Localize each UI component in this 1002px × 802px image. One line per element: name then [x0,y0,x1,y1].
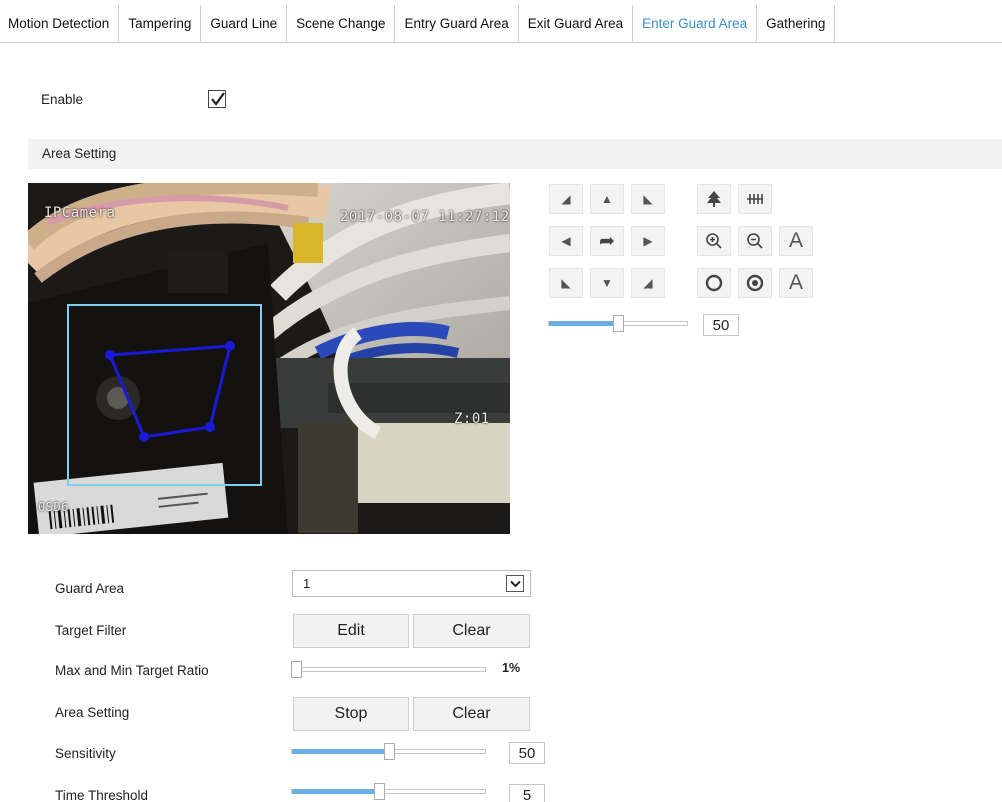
ptz-speed-value[interactable]: 50 [703,314,739,336]
video-scene [28,183,510,534]
sensitivity-value[interactable]: 50 [509,742,545,764]
zoom-in-icon [706,233,722,249]
target-filter-label: Target Filter [55,623,127,638]
tab-bar: Motion Detection Tampering Guard Line Sc… [0,5,1002,43]
iris-open-button[interactable] [697,268,731,298]
chevron-down-icon [506,575,524,592]
right-arrow-icon: ▶ [643,234,653,248]
auto-focus-label: A [788,229,803,252]
zoom-osd: Z:01 [454,411,490,427]
ptz-up-left-button[interactable]: ◢ [549,184,583,214]
area-setting-header: Area Setting [28,139,1002,169]
timestamp-osd: 2017-08-07 11:27:12 [340,209,510,225]
down-arrow-icon: ▼ [601,276,613,290]
tab-scene-change[interactable]: Scene Change [287,5,396,43]
down-right-arrow-icon: ◢ [643,276,653,290]
ptz-speed-fill [549,321,618,326]
ptz-left-button[interactable]: ◀ [549,226,583,256]
ptz-down-right-button[interactable]: ◢ [631,268,665,298]
ptz-down-button[interactable]: ▼ [590,268,624,298]
tab-exit-guard-area[interactable]: Exit Guard Area [519,5,634,43]
sensitivity-thumb[interactable] [384,743,395,760]
iris-close-icon [746,274,764,292]
down-left-arrow-icon: ◣ [561,276,571,290]
iris-close-button[interactable] [738,268,772,298]
target-ratio-value: 1% [502,661,521,675]
time-threshold-label: Time Threshold [55,788,149,802]
zoom-out-icon [747,233,763,249]
enable-label: Enable [41,92,84,107]
heater-icon [747,194,763,204]
auto-iris-button[interactable]: A [779,268,813,298]
ptz-up-button[interactable]: ▲ [590,184,624,214]
up-left-arrow-icon: ◢ [561,192,571,206]
ptz-wiper-button[interactable] [697,184,731,214]
target-filter-edit-button[interactable]: Edit [293,614,409,648]
tab-tampering[interactable]: Tampering [119,5,202,43]
up-arrow-icon: ▲ [601,192,613,206]
tab-enter-guard-area[interactable]: Enter Guard Area [633,5,758,43]
ptz-up-right-button[interactable]: ◣ [631,184,665,214]
up-right-arrow-icon: ◣ [643,192,653,206]
ptz-right-button[interactable]: ▶ [631,226,665,256]
target-ratio-label: Max and Min Target Ratio [55,663,209,678]
sensitivity-fill [292,749,389,754]
video-preview[interactable]: IPCamera 2017-08-07 11:27:12 Z:01 0SD6 [28,183,510,534]
tab-gathering[interactable]: Gathering [757,5,836,43]
area-setting-label: Area Setting [55,705,130,720]
iris-open-icon [705,274,723,292]
left-arrow-icon: ◀ [561,234,571,248]
wiper-icon [707,191,721,207]
section-title: Area Setting [42,146,117,161]
ptz-speed-thumb[interactable] [613,315,624,332]
zoom-in-button[interactable] [697,226,731,256]
guard-area-value: 1 [303,576,311,591]
tab-entry-guard-area[interactable]: Entry Guard Area [395,5,519,43]
sensitivity-label: Sensitivity [55,746,116,761]
zoom-out-button[interactable] [738,226,772,256]
ptz-down-left-button[interactable]: ◣ [549,268,583,298]
time-threshold-thumb[interactable] [374,783,385,800]
area-setting-clear-button[interactable]: Clear [413,697,530,731]
ptz-auto-pan-button[interactable]: ➦ [590,226,624,256]
target-ratio-thumb[interactable] [291,661,302,678]
auto-pan-icon: ➦ [599,230,615,252]
tab-guard-line[interactable]: Guard Line [201,5,288,43]
camera-name-osd: IPCamera [44,205,116,221]
sensitivity-slider[interactable] [291,743,486,760]
checkmark-icon [211,92,225,106]
ptz-heater-button[interactable] [738,184,772,214]
guard-area-label: Guard Area [55,581,125,596]
enable-checkbox[interactable] [208,90,226,108]
time-threshold-value[interactable]: 5 [509,784,545,802]
target-filter-clear-button[interactable]: Clear [413,614,530,648]
time-threshold-slider[interactable] [291,783,486,800]
time-threshold-fill [292,789,379,794]
ptz-speed-slider[interactable] [548,315,688,332]
tab-motion-detection[interactable]: Motion Detection [0,5,120,43]
guard-area-select[interactable]: 1 [292,570,531,597]
target-ratio-slider[interactable] [291,661,486,678]
auto-iris-label: A [788,271,803,294]
auto-focus-button[interactable]: A [779,226,813,256]
area-setting-stop-button[interactable]: Stop [293,697,409,731]
label-code-osd: 0SD6 [38,500,69,514]
